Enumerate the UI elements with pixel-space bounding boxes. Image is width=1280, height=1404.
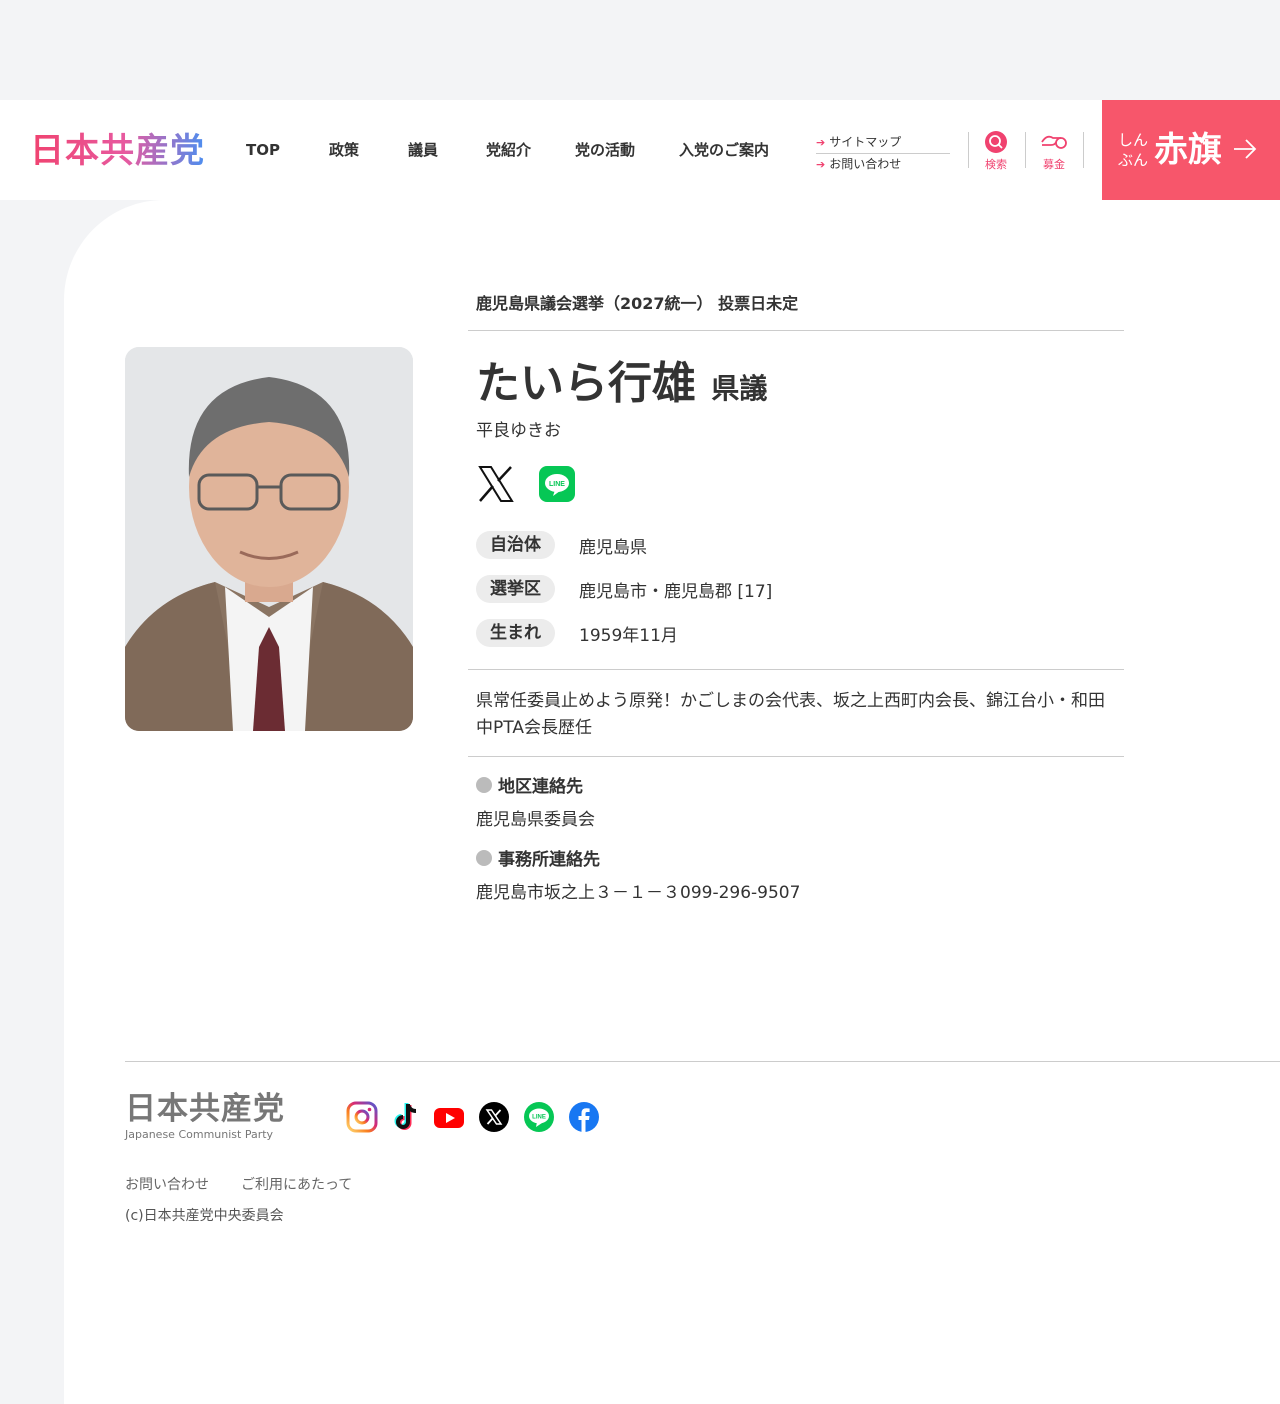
sitemap-link[interactable]: ➔ サイトマップ — [816, 133, 950, 154]
akahata-banner[interactable]: しん ぶん 赤旗 — [1102, 100, 1280, 200]
field-label: 生まれ — [476, 619, 555, 647]
footer-terms-link[interactable]: ご利用にあたって — [241, 1174, 352, 1194]
nav-item-join[interactable]: 入党のご案内 — [679, 138, 769, 162]
nav-item-members[interactable]: 議員 — [408, 138, 438, 162]
divider — [468, 669, 1124, 670]
footer-contact-link[interactable]: お問い合わせ — [125, 1174, 209, 1194]
donate-icon — [1041, 135, 1067, 149]
x-link-footer[interactable] — [478, 1101, 510, 1133]
facebook-icon — [569, 1102, 599, 1132]
divider — [1083, 132, 1084, 168]
nav-item-about[interactable]: 党紹介 — [486, 138, 531, 162]
line-link-footer[interactable]: LINE — [523, 1101, 555, 1133]
member-name-kana: 平良ゆきお — [476, 421, 561, 441]
footer-divider — [125, 1061, 1280, 1062]
bullet-icon — [476, 849, 492, 866]
field-row-birth: 生まれ 1959年11月 — [476, 619, 678, 647]
x-link[interactable] — [476, 464, 516, 504]
svg-text:LINE: LINE — [549, 481, 565, 488]
contact-value-district: 鹿児島県委員会 — [476, 810, 595, 830]
bullet-icon — [476, 776, 492, 793]
youtube-link[interactable] — [433, 1101, 465, 1133]
site-logo[interactable]: 日本共産党 — [30, 130, 205, 172]
contact-value-office: 鹿児島市坂之上３－１－３099-296-9507 — [476, 883, 801, 903]
member-name: たいら行雄 県議 — [476, 358, 768, 409]
arrow-right-icon: ➔ — [816, 136, 826, 149]
akahata-small-label: しん ぶん — [1118, 131, 1149, 169]
field-value: 1959年11月 — [579, 625, 678, 646]
facebook-link[interactable] — [568, 1101, 600, 1133]
arrow-right-icon: ➔ — [816, 158, 826, 171]
instagram-icon — [346, 1101, 378, 1133]
nav-item-policy[interactable]: 政策 — [329, 138, 359, 162]
contact-heading-office: 事務所連絡先 — [476, 845, 600, 870]
instagram-link[interactable] — [346, 1101, 378, 1133]
field-label: 選挙区 — [476, 575, 555, 603]
contact-heading-district: 地区連絡先 — [476, 772, 583, 797]
copyright: (c)日本共産党中央委員会 — [125, 1208, 284, 1224]
header-sublinks: ➔ サイトマップ ➔ お問い合わせ — [816, 133, 950, 174]
x-icon — [479, 1102, 509, 1132]
youtube-icon — [434, 1108, 464, 1128]
donate-button[interactable]: 募金 — [1034, 130, 1074, 172]
main-nav: TOP 政策 議員 党紹介 党の活動 入党のご案内 — [246, 138, 769, 162]
member-photo — [125, 347, 413, 731]
line-link[interactable]: LINE — [537, 464, 577, 504]
contact-link[interactable]: ➔ お問い合わせ — [816, 155, 950, 174]
svg-text:LINE: LINE — [532, 1115, 546, 1121]
field-value: 鹿児島県 — [579, 537, 647, 558]
field-row-district: 選挙区 鹿児島市・鹿児島郡 [17] — [476, 575, 772, 603]
divider — [1025, 132, 1026, 168]
divider — [468, 756, 1124, 757]
field-row-municipality: 自治体 鹿児島県 — [476, 531, 647, 559]
member-title: 県議 — [711, 372, 768, 405]
footer-logo[interactable]: 日本共産党 Japanese Communist Party — [125, 1090, 285, 1142]
akahata-title: 赤旗 — [1154, 130, 1222, 170]
election-label: 鹿児島県議会選挙（2027統一） 投票日未定 — [476, 294, 799, 313]
field-label: 自治体 — [476, 531, 555, 559]
divider — [468, 330, 1124, 331]
field-value: 鹿児島市・鹿児島郡 [17] — [579, 581, 773, 602]
divider — [968, 132, 969, 168]
search-icon — [985, 131, 1007, 153]
x-icon — [478, 466, 514, 502]
member-bio: 県常任委員止めよう原発！かごしまの会代表、坂之上西町内会長、錦江台小・和田中PT… — [476, 691, 1105, 738]
arrow-right-icon — [1234, 139, 1257, 159]
line-icon: LINE — [539, 466, 575, 502]
site-header: 日本共産党 TOP 政策 議員 党紹介 党の活動 入党のご案内 ➔ サイトマップ … — [0, 100, 1280, 200]
search-button[interactable]: 検索 — [976, 130, 1016, 172]
tiktok-icon — [394, 1103, 417, 1130]
nav-item-top[interactable]: TOP — [246, 138, 280, 162]
line-icon: LINE — [524, 1102, 554, 1132]
portrait-image — [125, 347, 413, 731]
tiktok-link[interactable] — [390, 1101, 422, 1133]
nav-item-activities[interactable]: 党の活動 — [575, 138, 635, 162]
